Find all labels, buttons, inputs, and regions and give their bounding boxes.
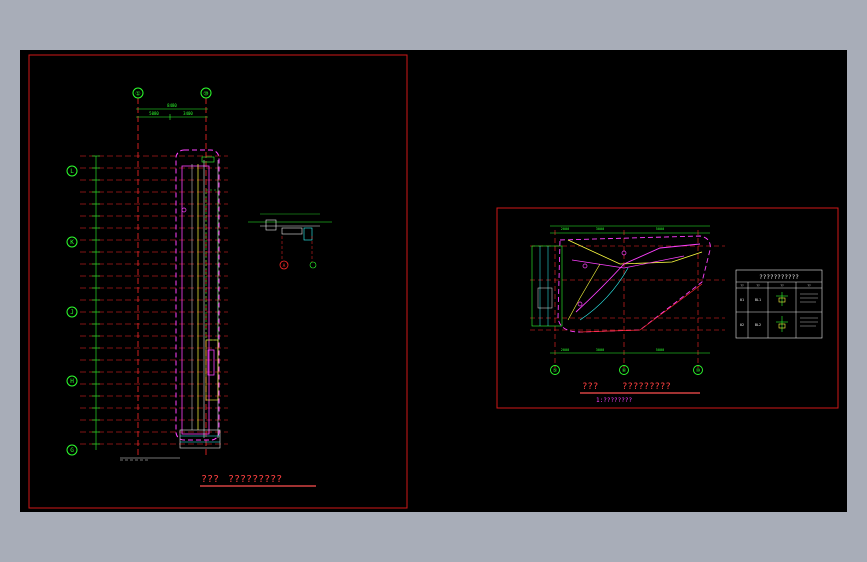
dim-right: 3400 xyxy=(183,111,193,116)
left-dimension-chain xyxy=(92,155,100,450)
stair-plan-outline xyxy=(120,149,221,461)
axis-bubble-10-label: ⑩ xyxy=(203,91,208,98)
legend-symbol-2 xyxy=(776,316,788,332)
axis-bubble-l-label: L xyxy=(70,168,74,175)
left-title-main: ????????? xyxy=(228,474,282,485)
right-top-dim-3: 5000 xyxy=(656,227,664,231)
axis-bubble-6-label: ⑥ xyxy=(622,368,627,374)
axis-bubble-h-label: H xyxy=(70,378,74,385)
cad-model-space[interactable]: ① ⑩ 8480 5080 3400 L K J H G A ??? ?????????… xyxy=(20,50,847,512)
right-plan-outline xyxy=(531,235,711,333)
detail-a: A xyxy=(248,213,332,270)
legend-title: ??????????? xyxy=(759,274,799,281)
legend-notes xyxy=(800,293,818,327)
right-sheet-title: ??? ????????? 1:???????? xyxy=(580,382,700,404)
legend-row-1-code: BL1 xyxy=(755,298,761,302)
dim-left: 5080 xyxy=(149,111,159,116)
right-top-dim-2: 3000 xyxy=(596,227,604,231)
axis-bubble-k-label: K xyxy=(70,239,74,246)
left-title-prefix: ??? xyxy=(201,474,219,485)
right-title-main: ????????? xyxy=(622,382,671,392)
left-sheet-title: ??? ????????? xyxy=(200,474,316,487)
right-title-prefix: ??? xyxy=(582,382,598,392)
right-top-dimensions: 2000 3000 5000 xyxy=(550,225,710,234)
right-axis-bubbles: ⑤ ⑥ ⑩ xyxy=(550,365,703,375)
axis-bubble-1-label: ① xyxy=(135,91,140,98)
right-grid xyxy=(530,230,725,368)
right-bottom-dim-3: 5000 xyxy=(656,348,664,352)
left-axis-bubbles: L K J H G xyxy=(66,165,78,456)
legend-row-2-code: BL2 xyxy=(755,323,761,327)
sheet-left: ① ⑩ 8480 5080 3400 L K J H G A ??? ????????? xyxy=(28,54,408,509)
top-dimensions: 8480 5080 3400 xyxy=(136,103,208,120)
dim-total: 8480 xyxy=(167,103,177,108)
right-bottom-dimensions: 2000 3000 5000 xyxy=(550,348,710,354)
axis-bubble-j-label: J xyxy=(70,309,74,316)
legend-row-1-no: 01 xyxy=(740,298,744,302)
cad-drawing-canvas[interactable]: ① ⑩ 8480 5080 3400 L K J H G A ??? ?????????… xyxy=(20,50,847,512)
right-top-dim-1: 2000 xyxy=(561,227,569,231)
right-bottom-dim-2: 3000 xyxy=(596,348,604,352)
axis-bubble-5-label: ⑤ xyxy=(553,368,558,374)
axis-bubble-g-label: G xyxy=(70,447,74,454)
detail-marker-label: A xyxy=(283,263,286,269)
right-title-scale: 1:???????? xyxy=(596,397,633,404)
axis-bubble-10r-label: ⑩ xyxy=(696,368,701,374)
sheet-right: 2000 3000 5000 2000 3000 5000 ⑤ ⑥ ⑩ ??? … xyxy=(496,207,839,409)
legend-table: ??????????? ?? ?? ?? ?? 01 BL1 02 BL2 xyxy=(735,269,823,339)
top-axis-bubbles: ① ⑩ xyxy=(132,87,212,458)
right-bottom-dim-1: 2000 xyxy=(561,348,569,352)
legend-header-4: ?? xyxy=(807,284,811,288)
legend-row-2-no: 02 xyxy=(740,323,744,327)
legend-header-2: ?? xyxy=(756,284,760,288)
legend-header-3: ?? xyxy=(780,284,784,288)
legend-header-1: ?? xyxy=(740,284,744,288)
legend-symbol-1 xyxy=(776,292,788,306)
